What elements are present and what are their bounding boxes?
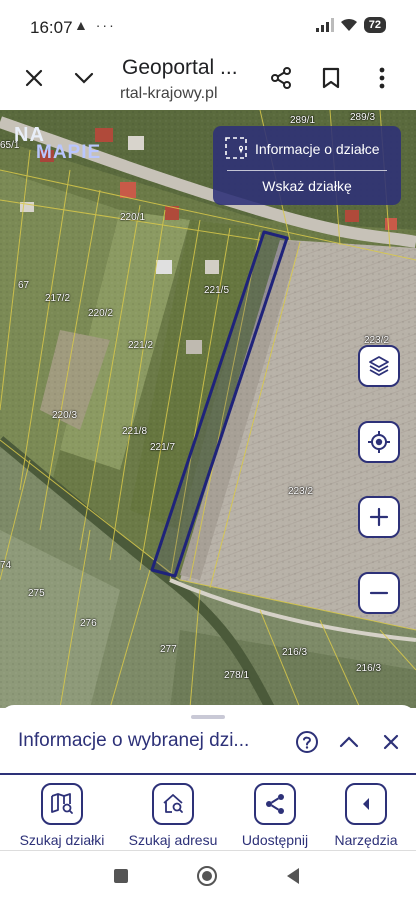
parcel-label: 67 — [18, 280, 30, 291]
divider — [227, 170, 387, 171]
sheet-drag-handle[interactable] — [191, 715, 225, 719]
parcel-label: 277 — [160, 644, 177, 655]
home-icon — [197, 866, 217, 886]
chevron-left-icon — [345, 783, 387, 825]
parcel-label: 221/2 — [128, 340, 154, 351]
tools-button[interactable]: Narzędzia — [314, 783, 416, 848]
locate-icon — [368, 431, 390, 453]
status-time: 16:07 — [30, 18, 73, 37]
parcel-label: 221/7 — [150, 442, 176, 453]
parcel-label: 216/3 — [282, 647, 308, 658]
close-icon — [383, 734, 399, 750]
page-url[interactable]: rtal-krajowy.pl — [120, 85, 240, 103]
recents-icon — [114, 869, 128, 883]
point-parcel-button[interactable]: Wskaż działkę — [213, 178, 401, 194]
close-icon — [25, 69, 43, 87]
parcel-label: 220/2 — [88, 308, 114, 319]
help-icon — [296, 731, 318, 753]
parcel-label: 276 — [80, 618, 97, 629]
expand-sheet-button[interactable] — [335, 728, 363, 756]
share-button[interactable] — [263, 60, 299, 96]
chevron-up-icon — [339, 736, 359, 748]
parcel-label: 275 — [28, 588, 45, 599]
help-button[interactable] — [293, 728, 321, 756]
parcel-info-sheet: Informacje o wybranej dzi... — [0, 705, 416, 775]
parcel-label: 74 — [0, 560, 12, 571]
parcel-info-panel: Informacje o działce Wskaż działkę — [213, 126, 401, 205]
parcel-label: 278/1 — [224, 670, 250, 681]
back-icon — [287, 868, 299, 884]
home-search-icon — [152, 783, 194, 825]
search-address-button[interactable]: Szukaj adresu — [121, 783, 225, 848]
share-map-button[interactable]: Udostępnij — [223, 783, 327, 848]
sheet-title: Informacje o wybranej dzi... — [18, 730, 250, 751]
parcel-label: 220/3 — [52, 410, 78, 421]
parcel-label: 221/5 — [204, 285, 230, 296]
share-icon — [254, 783, 296, 825]
share-icon — [271, 67, 291, 89]
parcel-label: 220/1 — [120, 212, 146, 223]
parcel-label: 223/2 — [288, 486, 314, 497]
layers-icon — [369, 356, 389, 376]
zoom-out-icon — [369, 591, 389, 595]
status-right-group: 72 — [315, 17, 386, 33]
parcel-label: 289/3 — [350, 112, 376, 123]
bookmark-icon — [322, 67, 340, 89]
parcel-info-label: Informacje o działce — [255, 141, 380, 157]
parcel-label: 221/8 — [122, 426, 148, 437]
system-nav-bar — [0, 851, 416, 900]
map-view[interactable]: 289/1 289/3 65/1 220/1 67 217/2 220/2 22… — [0, 110, 416, 708]
home-button[interactable] — [196, 865, 218, 887]
signal-icon — [315, 18, 334, 32]
parcel-select-icon — [225, 137, 247, 159]
bookmark-button[interactable] — [313, 60, 349, 96]
close-sheet-button[interactable] — [377, 728, 405, 756]
back-button[interactable] — [282, 865, 304, 887]
parcel-label: 216/3 — [356, 663, 382, 674]
tools-label: Narzędzia — [334, 832, 398, 848]
zoom-out-button[interactable] — [358, 572, 400, 614]
layers-button[interactable] — [358, 345, 400, 387]
parcel-label: 217/2 — [45, 293, 71, 304]
map-search-icon — [41, 783, 83, 825]
page-title: Geoportal ... — [122, 56, 238, 79]
chevron-down-icon — [74, 72, 94, 84]
search-parcel-button[interactable]: Szukaj działki — [10, 783, 114, 848]
share-map-label: Udostępnij — [241, 832, 309, 848]
recents-button[interactable] — [110, 865, 132, 887]
battery-icon: 72 — [363, 17, 386, 33]
bottom-toolbar: Szukaj działki Szukaj adresu Udostępnij — [0, 775, 416, 851]
more-vert-icon — [379, 67, 385, 89]
zoom-in-button[interactable] — [358, 496, 400, 538]
na-mapie-logo: NA MAPIE — [14, 124, 102, 163]
parcel-info-toggle[interactable]: Informacje o działce — [225, 134, 393, 164]
zoom-in-icon — [369, 507, 389, 527]
status-bar: 16:07 ▲ ··· 72 — [0, 0, 416, 52]
more-button[interactable] — [364, 60, 400, 96]
browser-header: Geoportal ... rtal-krajowy.pl — [0, 52, 416, 110]
search-address-label: Szukaj adresu — [128, 832, 218, 848]
notification-icons: ▲ ··· — [74, 17, 116, 33]
parcel-label: 289/1 — [290, 115, 316, 126]
wifi-icon — [340, 18, 357, 31]
search-parcel-label: Szukaj działki — [19, 832, 105, 848]
locate-button[interactable] — [358, 421, 400, 463]
expand-button[interactable] — [66, 60, 102, 96]
close-button[interactable] — [16, 60, 52, 96]
